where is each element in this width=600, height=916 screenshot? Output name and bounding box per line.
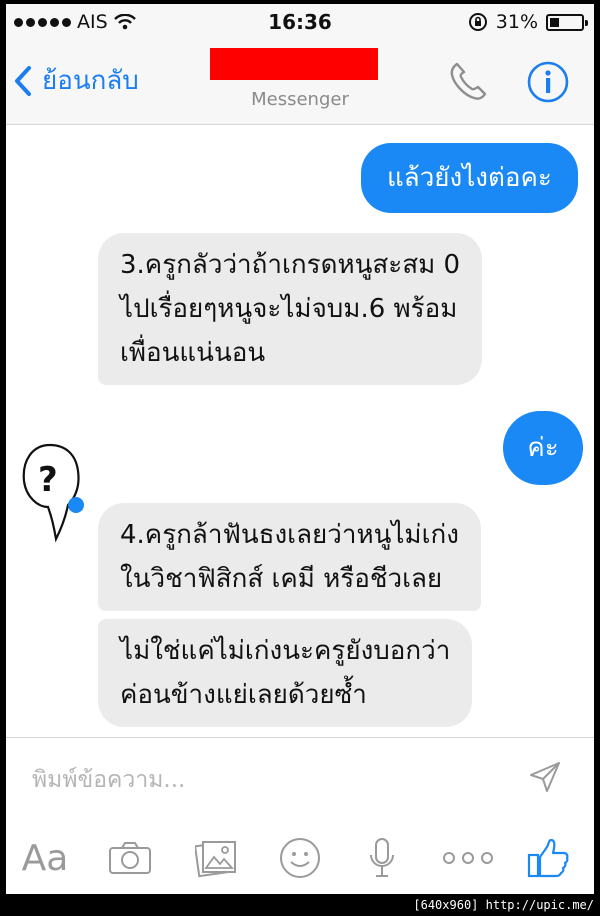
like-button[interactable] bbox=[524, 830, 572, 886]
question-mark-sticker-icon: ? bbox=[22, 443, 80, 543]
phone-call-icon[interactable] bbox=[444, 58, 492, 106]
svg-text:?: ? bbox=[38, 460, 58, 500]
conversation-subtitle: Messenger bbox=[251, 89, 349, 110]
incoming-message-bubble[interactable]: 4.ครูกล้าฟันธงเลยว่าหนูไม่เก่ง ในวิชาฟิส… bbox=[98, 503, 481, 611]
camera-button[interactable] bbox=[106, 830, 154, 886]
contact-avatar[interactable]: ? bbox=[18, 441, 82, 545]
phone-screen: AIS 16:36 31% ย้อนกลับ Messenger แล้วยัง… bbox=[6, 4, 594, 894]
contact-name-redacted bbox=[210, 48, 378, 80]
rotation-lock-icon bbox=[468, 13, 487, 31]
message-composer: พิมพ์ข้อความ... Aa bbox=[6, 737, 594, 894]
photo-icon bbox=[195, 840, 236, 878]
composer-toolbar: Aa bbox=[6, 830, 594, 890]
info-icon[interactable] bbox=[526, 60, 570, 104]
message-text-line: 3.ครูกลัวว่าถ้าเกรดหนูสะสม 0 bbox=[120, 250, 461, 280]
navigation-bar: ย้อนกลับ Messenger bbox=[6, 40, 594, 125]
battery-percent: 31% bbox=[495, 11, 538, 33]
send-icon[interactable] bbox=[528, 760, 562, 794]
status-right: 31% bbox=[468, 11, 588, 33]
message-text: แล้วยังไงต่อคะ bbox=[387, 163, 552, 193]
camera-icon bbox=[109, 842, 151, 874]
message-text-line: เพื่อนแน่นอน bbox=[120, 338, 266, 368]
incoming-message-bubble[interactable]: ไม่ใช่แค่ไม่เก่งนะครูยังบอกว่า ค่อนข้างแ… bbox=[98, 619, 473, 727]
incoming-message-bubble[interactable]: 3.ครูกลัวว่าถ้าเกรดหนูสะสม 0 ไปเรื่อยๆหน… bbox=[98, 233, 483, 385]
battery-icon bbox=[546, 13, 588, 31]
image-watermark: [640x960] http://upic.me/ bbox=[413, 898, 594, 912]
more-options-button[interactable] bbox=[440, 830, 496, 886]
more-dots-icon bbox=[443, 852, 493, 864]
thumbs-up-icon bbox=[527, 838, 569, 878]
message-text-line: 4.ครูกล้าฟันธงเลยว่าหนูไม่เก่ง bbox=[120, 520, 459, 550]
battery-level-fill bbox=[550, 17, 559, 27]
voice-message-button[interactable] bbox=[362, 830, 402, 886]
seen-indicator-icon bbox=[68, 497, 84, 513]
message-text: ค่ะ bbox=[527, 433, 559, 463]
outgoing-message-bubble[interactable]: แล้วยังไงต่อคะ bbox=[361, 143, 578, 213]
message-text-line: ค่อนข้างแย่เลยด้วยซ้ำ bbox=[120, 680, 367, 710]
photo-gallery-button[interactable] bbox=[192, 830, 240, 886]
message-text-line: ไปเรื่อยๆหนูจะไม่จบม.6 พร้อม bbox=[120, 294, 458, 324]
message-thread: แล้วยังไงต่อคะ 3.ครูกลัวว่าถ้าเกรดหนูสะส… bbox=[6, 125, 594, 737]
smiley-icon bbox=[280, 838, 320, 878]
status-bar: AIS 16:36 31% bbox=[6, 4, 594, 40]
microphone-icon bbox=[370, 838, 394, 877]
message-text-line: ในวิชาฟิสิกส์ เคมี หรือชีวเลย bbox=[120, 564, 443, 594]
message-input[interactable]: พิมพ์ข้อความ... bbox=[32, 762, 185, 798]
outgoing-message-bubble[interactable]: ค่ะ bbox=[503, 411, 583, 485]
text-format-button[interactable]: Aa bbox=[20, 830, 70, 886]
sticker-button[interactable] bbox=[276, 830, 324, 886]
message-text-line: ไม่ใช่แค่ไม่เก่งนะครูยังบอกว่า bbox=[120, 636, 451, 666]
